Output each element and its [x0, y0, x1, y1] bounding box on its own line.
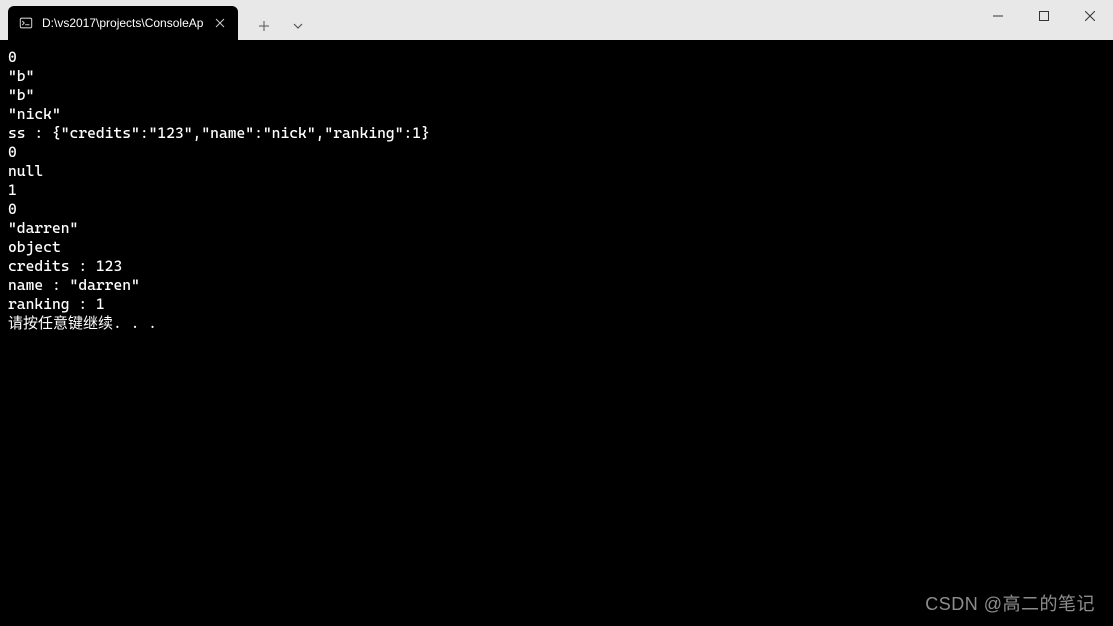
tab-dropdown-button[interactable] [284, 12, 312, 40]
console-line: "darren" [8, 219, 1105, 238]
minimize-button[interactable] [975, 0, 1021, 32]
console-line: object [8, 238, 1105, 257]
tab-actions [238, 12, 312, 40]
console-line: 请按任意键继续. . . [8, 314, 1105, 333]
tab-title: D:\vs2017\projects\ConsoleAp [42, 16, 204, 30]
console-line: 0 [8, 143, 1105, 162]
console-line: credits : 123 [8, 257, 1105, 276]
console-line: ranking : 1 [8, 295, 1105, 314]
window-controls [975, 0, 1113, 32]
new-tab-button[interactable] [250, 12, 278, 40]
terminal-output[interactable]: 0"b""b""nick"ss : {"credits":"123","name… [0, 40, 1113, 626]
terminal-icon [18, 15, 34, 31]
close-window-button[interactable] [1067, 0, 1113, 32]
console-line: "nick" [8, 105, 1105, 124]
tab-close-button[interactable] [212, 15, 228, 31]
maximize-button[interactable] [1021, 0, 1067, 32]
console-line: 0 [8, 200, 1105, 219]
tab-area: D:\vs2017\projects\ConsoleAp [0, 0, 312, 40]
title-bar: D:\vs2017\projects\ConsoleAp [0, 0, 1113, 40]
console-line: "b" [8, 67, 1105, 86]
console-line: null [8, 162, 1105, 181]
console-line: 0 [8, 48, 1105, 67]
console-line: 1 [8, 181, 1105, 200]
console-line: "b" [8, 86, 1105, 105]
console-line: name : "darren" [8, 276, 1105, 295]
watermark: CSDN @高二的笔记 [925, 590, 1095, 616]
console-line: ss : {"credits":"123","name":"nick","ran… [8, 124, 1105, 143]
terminal-tab[interactable]: D:\vs2017\projects\ConsoleAp [8, 6, 238, 40]
